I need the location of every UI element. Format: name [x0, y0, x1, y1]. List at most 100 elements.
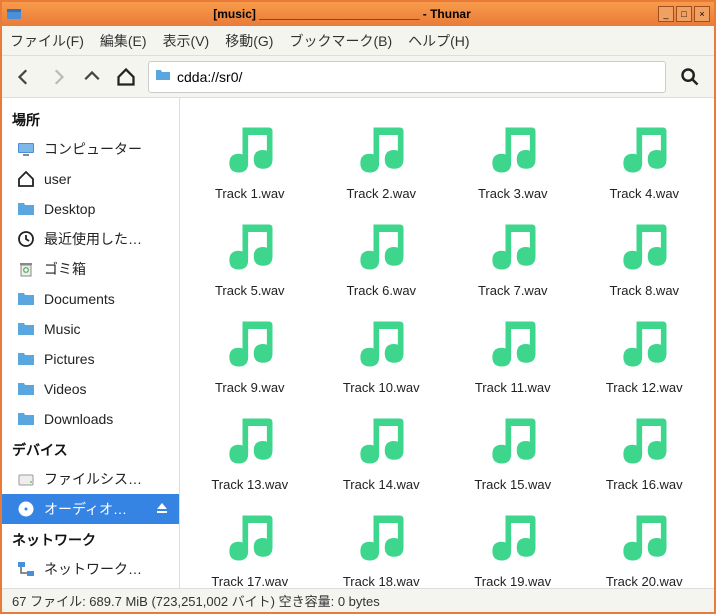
sidebar-item[interactable]: 最近使用した…	[2, 224, 179, 254]
music-file-icon	[612, 215, 676, 279]
music-file-icon	[481, 506, 545, 570]
menu-file[interactable]: ファイル(F)	[10, 31, 84, 51]
sidebar-section-header: 場所	[2, 104, 179, 134]
sidebar-item-label: ネットワーク…	[44, 559, 169, 579]
sidebar: 場所コンピューター user Desktop最近使用した… ゴミ箱 Documents M…	[2, 98, 180, 588]
folder-icon	[16, 289, 36, 309]
file-item[interactable]: Track 2.wav	[316, 110, 448, 205]
sidebar-item[interactable]: user	[2, 164, 179, 194]
disk-icon	[16, 469, 36, 489]
menu-edit[interactable]: 編集(E)	[100, 31, 147, 51]
back-button[interactable]	[12, 65, 36, 89]
up-button[interactable]	[80, 65, 104, 89]
music-file-icon	[349, 409, 413, 473]
sidebar-item[interactable]: Music	[2, 314, 179, 344]
file-item[interactable]: Track 10.wav	[316, 304, 448, 399]
toolbar: cdda://sr0/	[2, 56, 714, 98]
sidebar-item[interactable]: Downloads	[2, 404, 179, 434]
sidebar-item[interactable]: Desktop	[2, 194, 179, 224]
sidebar-item-label: ゴミ箱	[44, 259, 169, 279]
music-file-icon	[612, 118, 676, 182]
address-bar[interactable]: cdda://sr0/	[148, 61, 666, 93]
menu-view[interactable]: 表示(V)	[163, 31, 210, 51]
file-item[interactable]: Track 18.wav	[316, 498, 448, 588]
file-item[interactable]: Track 16.wav	[579, 401, 711, 496]
minimize-button[interactable]: _	[658, 6, 674, 22]
sidebar-section-header: ネットワーク	[2, 524, 179, 554]
file-item[interactable]: Track 12.wav	[579, 304, 711, 399]
file-item[interactable]: Track 11.wav	[447, 304, 579, 399]
sidebar-item[interactable]: ネットワーク…	[2, 554, 179, 584]
file-item[interactable]: Track 4.wav	[579, 110, 711, 205]
app-icon	[6, 6, 22, 22]
file-item[interactable]: Track 6.wav	[316, 207, 448, 302]
music-file-icon	[218, 118, 282, 182]
sidebar-item-label: オーディオ…	[44, 499, 147, 519]
music-file-icon	[218, 215, 282, 279]
home-button[interactable]	[114, 65, 138, 89]
sidebar-item-label: コンピューター	[44, 139, 169, 159]
menu-help[interactable]: ヘルプ(H)	[408, 31, 469, 51]
folder-icon	[16, 319, 36, 339]
file-label: Track 17.wav	[211, 574, 288, 588]
folder-icon	[16, 409, 36, 429]
file-item[interactable]: Track 3.wav	[447, 110, 579, 205]
sidebar-item[interactable]: ファイルシス…	[2, 464, 179, 494]
sidebar-item[interactable]: オーディオ…	[2, 494, 179, 524]
cd-icon	[16, 499, 36, 519]
file-label: Track 16.wav	[606, 477, 683, 492]
file-item[interactable]: Track 8.wav	[579, 207, 711, 302]
folder-icon	[16, 349, 36, 369]
music-file-icon	[349, 312, 413, 376]
file-item[interactable]: Track 17.wav	[184, 498, 316, 588]
sidebar-item-label: user	[44, 171, 169, 187]
file-label: Track 8.wav	[609, 283, 679, 298]
network-icon	[16, 559, 36, 579]
sidebar-item-label: ファイルシス…	[44, 469, 169, 489]
sidebar-item-label: Music	[44, 321, 169, 337]
file-item[interactable]: Track 5.wav	[184, 207, 316, 302]
forward-button[interactable]	[46, 65, 70, 89]
file-label: Track 10.wav	[343, 380, 420, 395]
eject-icon[interactable]	[155, 501, 169, 518]
sidebar-item[interactable]: Videos	[2, 374, 179, 404]
music-file-icon	[349, 118, 413, 182]
music-file-icon	[481, 215, 545, 279]
file-item[interactable]: Track 7.wav	[447, 207, 579, 302]
file-item[interactable]: Track 15.wav	[447, 401, 579, 496]
music-file-icon	[481, 118, 545, 182]
content-area: 場所コンピューター user Desktop最近使用した… ゴミ箱 Documents M…	[2, 98, 714, 588]
titlebar[interactable]: [music] ________________________ - Thuna…	[2, 2, 714, 26]
menubar: ファイル(F) 編集(E) 表示(V) 移動(G) ブックマーク(B) ヘルプ(…	[2, 26, 714, 56]
sidebar-item[interactable]: コンピューター	[2, 134, 179, 164]
sidebar-item[interactable]: Documents	[2, 284, 179, 314]
menu-go[interactable]: 移動(G)	[225, 31, 273, 51]
music-file-icon	[218, 312, 282, 376]
file-grid: Track 1.wav Track 2.wav Track 3.wavTrack 4…	[184, 110, 710, 588]
file-label: Track 9.wav	[215, 380, 285, 395]
file-item[interactable]: Track 19.wav	[447, 498, 579, 588]
file-label: Track 14.wav	[343, 477, 420, 492]
folder-icon	[16, 199, 36, 219]
file-label: Track 1.wav	[215, 186, 285, 201]
sidebar-item[interactable]: ゴミ箱	[2, 254, 179, 284]
file-view[interactable]: Track 1.wav Track 2.wav Track 3.wavTrack 4…	[180, 98, 714, 588]
maximize-button[interactable]: □	[676, 6, 692, 22]
file-item[interactable]: Track 1.wav	[184, 110, 316, 205]
window: [music] ________________________ - Thuna…	[0, 0, 716, 614]
file-label: Track 18.wav	[343, 574, 420, 588]
close-button[interactable]: ×	[694, 6, 710, 22]
file-label: Track 6.wav	[346, 283, 416, 298]
file-item[interactable]: Track 13.wav	[184, 401, 316, 496]
music-file-icon	[612, 506, 676, 570]
file-item[interactable]: Track 14.wav	[316, 401, 448, 496]
file-item[interactable]: Track 9.wav	[184, 304, 316, 399]
file-item[interactable]: Track 20.wav	[579, 498, 711, 588]
sidebar-item-label: Documents	[44, 291, 169, 307]
file-label: Track 2.wav	[346, 186, 416, 201]
sidebar-item[interactable]: Pictures	[2, 344, 179, 374]
menu-bookmarks[interactable]: ブックマーク(B)	[289, 31, 392, 51]
file-label: Track 5.wav	[215, 283, 285, 298]
status-text: 67 ファイル: 689.7 MiB (723,251,002 バイト) 空き容…	[12, 591, 380, 610]
search-button[interactable]	[676, 63, 704, 91]
